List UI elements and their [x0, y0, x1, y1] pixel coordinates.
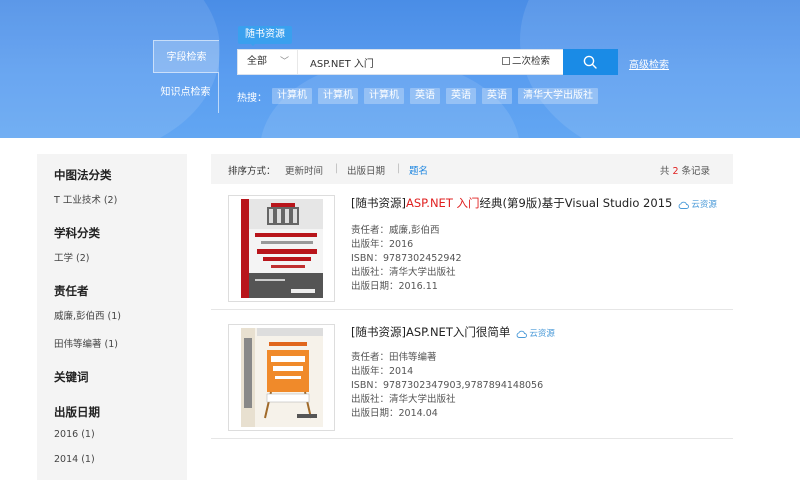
result-title-prefix: [随书资源] — [351, 325, 406, 339]
facet-title-keyword[interactable]: 关键词 — [54, 369, 187, 385]
hot-label: 热搜： — [237, 92, 267, 104]
sort-by-title[interactable]: 题名 — [409, 163, 428, 177]
facet-item[interactable]: 田伟等编著 (1) — [54, 336, 187, 350]
search-icon — [583, 55, 597, 69]
book-cover[interactable] — [228, 195, 335, 302]
hot-tag[interactable]: 英语 — [410, 88, 440, 104]
search-mode-tabs: 字段检索 知识点检索 — [153, 40, 219, 113]
result-title[interactable]: [随书资源]ASP.NET入门很简单 云资源 — [351, 324, 555, 340]
result-publisher: 出版社：清华大学出版社 — [351, 394, 456, 405]
search-box: 全部 ﹀ 二次检索 — [237, 49, 618, 75]
cloud-icon — [679, 201, 690, 209]
chevron-down-icon: ﹀ — [279, 57, 289, 67]
book-cover-image — [241, 199, 323, 298]
result-title-text: 经典(第9版)基于Visual Studio 2015 — [479, 196, 673, 210]
second-search-checkbox[interactable] — [502, 57, 510, 65]
result-year: 出版年：2016 — [351, 239, 414, 250]
cloud-resource-label: 云资源 — [529, 329, 555, 339]
result-isbn: ISBN：9787302347903,9787894148056 — [351, 380, 544, 391]
result-title-prefix: [随书资源] — [351, 196, 406, 210]
hot-tag[interactable]: 计算机 — [318, 88, 358, 104]
result-publisher: 出版社：清华大学出版社 — [351, 267, 456, 278]
cloud-resource-label: 云资源 — [691, 200, 717, 210]
divider: | — [397, 163, 401, 174]
result-count-prefix: 共 — [659, 166, 670, 177]
hot-tag[interactable]: 英语 — [446, 88, 476, 104]
result-title-highlight: ASP.NET 入门 — [405, 196, 480, 210]
facet-title-author: 责任者 — [54, 284, 89, 298]
cloud-resource-badge[interactable]: 云资源 — [516, 329, 555, 339]
result-author: 责任者：威廉,彭伯西 — [351, 225, 440, 236]
sort-by-update-time[interactable]: 更新时间 — [285, 163, 323, 177]
hot-tag[interactable]: 计算机 — [272, 88, 312, 104]
hot-tag[interactable]: 计算机 — [364, 88, 404, 104]
advanced-search-link[interactable]: 高级检索 — [629, 56, 669, 71]
cloud-resource-badge[interactable]: 云资源 — [678, 200, 717, 210]
hot-searches: 热搜： 计算机 计算机 计算机 英语 英语 英语 清华大学出版社 — [237, 88, 604, 104]
hot-tag[interactable]: 清华大学出版社 — [518, 88, 598, 104]
tab-field-search[interactable]: 字段检索 — [153, 40, 219, 73]
facet-panel: 中图法分类 T 工业技术 (2) 学科分类 工学 (2) 责任者 威廉,彭伯西 … — [37, 154, 187, 480]
result-count-suffix: 条记录 — [681, 166, 710, 177]
sort-by-pubdate[interactable]: 出版日期 — [347, 163, 385, 177]
sort-label: 排序方式： — [228, 166, 276, 177]
facet-title-pubdate: 出版日期 — [54, 405, 100, 419]
facet-item[interactable]: 工学 (2) — [54, 250, 187, 264]
result-count: 共 2 条记录 — [660, 163, 710, 177]
search-header: 字段检索 知识点检索 随书资源 全部 ﹀ 二次检索 高级检索 热搜： 计算机 计… — [0, 0, 800, 138]
result-item: [随书资源]ASP.NET入门很简单 云资源 责任者：田伟等编著 出版年：2014… — [211, 313, 733, 439]
result-title-text: ASP.NET入门很简单 — [405, 325, 511, 339]
result-count-number: 2 — [672, 166, 679, 177]
result-author: 责任者：田伟等编著 — [351, 352, 437, 363]
facet-title-subject: 学科分类 — [54, 226, 100, 240]
facet-item[interactable]: 2016 (1) — [54, 429, 187, 440]
scope-select[interactable]: 全部 ﹀ — [238, 50, 298, 74]
facet-title-clc: 中图法分类 — [54, 168, 112, 182]
divider: | — [335, 163, 339, 174]
search-input[interactable] — [310, 50, 495, 74]
facet-item[interactable]: 威廉,彭伯西 (1) — [54, 308, 187, 322]
scope-select-value: 全部 — [247, 56, 267, 67]
tab-knowledge-search[interactable]: 知识点检索 — [153, 73, 219, 113]
second-search-toggle[interactable]: 二次检索 — [502, 50, 550, 74]
facet-item[interactable]: T 工业技术 (2) — [54, 192, 187, 206]
result-year: 出版年：2014 — [351, 366, 414, 377]
cloud-icon — [517, 330, 528, 338]
result-item: [随书资源]ASP.NET 入门经典(第9版)基于Visual Studio 2… — [211, 184, 733, 310]
book-cover-image — [241, 328, 323, 427]
search-button[interactable] — [563, 49, 618, 75]
result-isbn: ISBN：9787302452942 — [351, 253, 462, 264]
result-title[interactable]: [随书资源]ASP.NET 入门经典(第9版)基于Visual Studio 2… — [351, 195, 717, 211]
scope-tag[interactable]: 随书资源 — [238, 26, 292, 46]
result-pubdate: 出版日期：2014.04 — [351, 408, 438, 419]
sort-bar: 排序方式： 更新时间 | 出版日期 | 题名 共 2 条记录 — [211, 154, 733, 184]
result-pubdate: 出版日期：2016.11 — [351, 281, 438, 292]
hot-tag[interactable]: 英语 — [482, 88, 512, 104]
second-search-label: 二次检索 — [512, 56, 551, 67]
facet-item[interactable]: 2014 (1) — [54, 454, 187, 465]
book-cover[interactable] — [228, 324, 335, 431]
